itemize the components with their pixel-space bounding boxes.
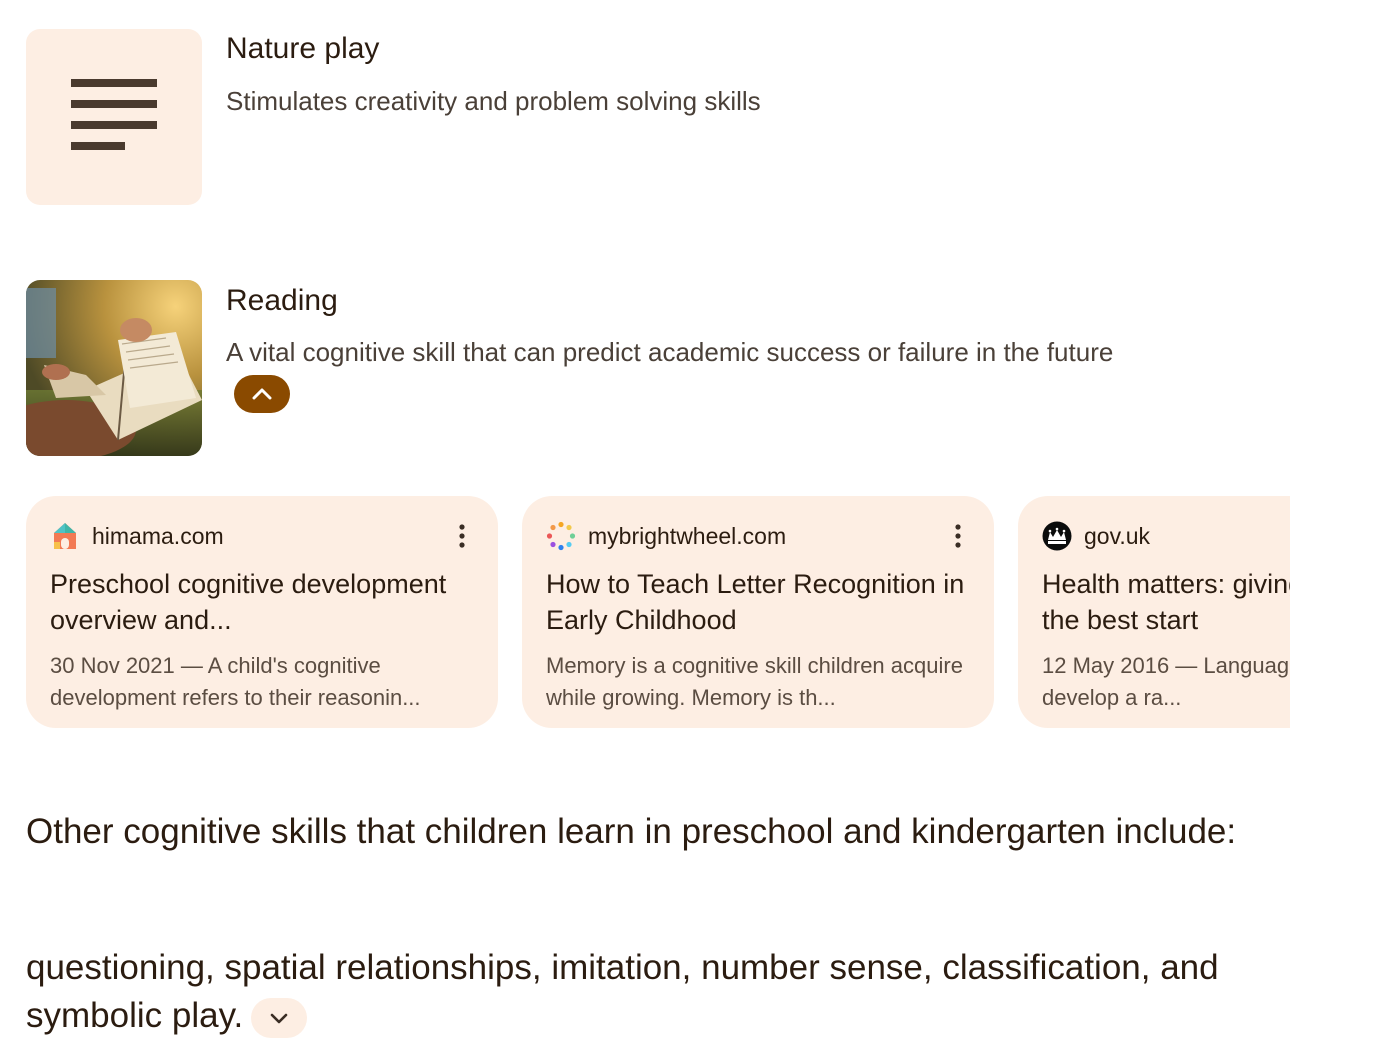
chevron-up-icon (252, 388, 272, 400)
source-title[interactable]: How to Teach Letter Recognition in Early… (546, 566, 970, 638)
source-snippet: 12 May 2016 — Language... children to de… (1042, 653, 1290, 710)
collapse-button[interactable] (234, 375, 290, 414)
item-description: A vital cognitive skill that can predict… (226, 332, 1156, 414)
source-card[interactable]: mybrightwheel.com How to Teach Letter Re… (522, 496, 994, 728)
himama-house-icon (50, 521, 80, 551)
item-description-text: A vital cognitive skill that can predict… (226, 337, 1114, 367)
answer-list-text: questioning, spatial relationships, imit… (26, 948, 1219, 1035)
item-title: Reading (226, 284, 338, 317)
list-item-nature-play[interactable]: Nature play Stimulates creativity and pr… (26, 29, 1226, 205)
source-title[interactable]: Preschool cognitive development overview… (50, 566, 474, 638)
text-lines-icon (71, 79, 157, 150)
reading-photo-image (26, 280, 202, 456)
answer-list-paragraph: questioning, spatial relationships, imit… (26, 944, 1316, 1040)
govuk-crown-icon (1042, 521, 1072, 551)
source-card[interactable]: himama.com Preschool cognitive developme… (26, 496, 498, 728)
source-site: gov.uk (1084, 522, 1151, 549)
more-options-icon[interactable] (450, 520, 474, 552)
more-options-icon[interactable] (946, 520, 970, 552)
reading-thumbnail (26, 280, 202, 456)
source-title[interactable]: Health matters: giving every child the b… (1042, 566, 1290, 638)
source-snippet: 30 Nov 2021 — A child's cognitive develo… (50, 653, 421, 710)
source-cards-carousel[interactable]: himama.com Preschool cognitive developme… (26, 496, 1290, 728)
item-description: Stimulates creativity and problem solvin… (226, 86, 761, 116)
item-title: Nature play (226, 32, 380, 65)
source-site: himama.com (92, 522, 224, 549)
nature-play-thumbnail (26, 29, 202, 205)
brightwheel-dots-icon (546, 521, 576, 551)
list-item-reading[interactable]: Reading A vital cognitive skill that can… (26, 280, 1226, 456)
chevron-down-icon (270, 1013, 288, 1024)
expand-button[interactable] (251, 997, 308, 1038)
answer-paragraph: Other cognitive skills that children lea… (26, 812, 1237, 851)
source-snippet: Memory is a cognitive skill children acq… (546, 653, 963, 710)
source-site: mybrightwheel.com (588, 522, 787, 549)
source-card[interactable]: gov.uk Health matters: giving every chil… (1018, 496, 1290, 728)
